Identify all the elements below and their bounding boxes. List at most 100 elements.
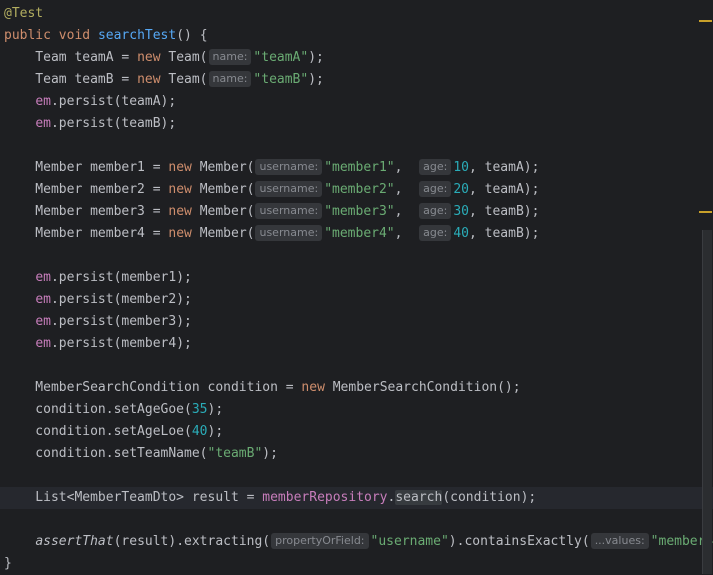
code-token: public — [4, 28, 59, 43]
code-token: 20 — [453, 182, 469, 197]
parameter-hint: age: — [419, 159, 452, 175]
code-token: ); — [207, 424, 224, 439]
code-token: new — [137, 72, 169, 87]
code-token: , teamB); — [468, 226, 540, 241]
code-line[interactable]: assertThat(result).extracting(propertyOr… — [0, 531, 713, 553]
code-editor[interactable]: @Test public void searchTest() { Team tea… — [0, 0, 713, 574]
code-token: .persist(teamB); — [50, 116, 177, 131]
code-line[interactable]: MemberSearchCondition condition = new Me… — [0, 377, 713, 399]
code-token: memberRepository — [262, 490, 388, 505]
parameter-hint: age: — [419, 203, 452, 219]
code-token: .persist(member1); — [50, 270, 192, 285]
parameter-hint: propertyOrField: — [271, 533, 369, 549]
code-line[interactable]: em.persist(member2); — [0, 289, 713, 311]
code-line[interactable]: Team teamB = new Team(name: "teamB"); — [0, 69, 713, 91]
code-line[interactable] — [0, 465, 713, 487]
code-line[interactable]: em.persist(teamA); — [0, 91, 713, 113]
code-token: MemberSearchCondition(); — [332, 380, 521, 395]
code-token: Member( — [199, 226, 255, 241]
code-line[interactable]: public void searchTest() { — [0, 25, 713, 47]
code-line[interactable]: Team teamA = new Team(name: "teamA"); — [0, 47, 713, 69]
code-token: condition.setAgeGoe( — [4, 402, 192, 417]
code-token: new — [168, 226, 200, 241]
code-token: 10 — [453, 160, 469, 175]
code-line[interactable]: } — [0, 553, 713, 575]
code-token: new — [168, 182, 200, 197]
code-line[interactable]: Member member1 = new Member(username: "me… — [0, 157, 713, 179]
code-token: .persist(member3); — [50, 314, 192, 329]
code-token: 30 — [453, 204, 469, 219]
code-token: .persist(member2); — [50, 292, 192, 307]
code-token: em — [35, 336, 51, 351]
warning-marker[interactable] — [699, 211, 712, 213]
code-line[interactable]: em.persist(member4); — [0, 333, 713, 355]
code-token: ); — [308, 50, 324, 65]
code-token: Team teamB = — [4, 72, 138, 87]
code-line[interactable]: condition.setAgeLoe(40); — [0, 421, 713, 443]
parameter-hint: age: — [419, 181, 452, 197]
code-token: assertThat — [35, 534, 114, 549]
code-line[interactable]: condition.setTeamName("teamB"); — [0, 443, 713, 465]
code-token: 40 — [453, 226, 469, 241]
code-token: em — [35, 116, 51, 131]
code-token: } — [4, 556, 12, 571]
code-token: Team teamA = — [4, 50, 138, 65]
code-token: "teamB" — [253, 72, 309, 87]
code-token: "teamB" — [207, 446, 263, 461]
code-token: , — [394, 160, 419, 175]
code-line[interactable]: em.persist(member3); — [0, 311, 713, 333]
parameter-hint: ...values: — [590, 533, 649, 549]
code-token: , teamA); — [468, 182, 540, 197]
code-line[interactable]: condition.setAgeGoe(35); — [0, 399, 713, 421]
code-token: ); — [308, 72, 324, 87]
code-token: @Test — [4, 6, 44, 21]
code-token: "member4" — [324, 226, 395, 241]
code-token: "username" — [370, 534, 449, 549]
code-token: , teamA); — [468, 160, 540, 175]
parameter-hint: name: — [208, 71, 252, 87]
code-token: "member3" — [324, 204, 395, 219]
code-line[interactable]: List<MemberTeamDto> result = memberRepos… — [0, 487, 713, 509]
code-token: "member1" — [324, 160, 395, 175]
code-token: (condition); — [442, 490, 537, 505]
vertical-scrollbar[interactable] — [699, 0, 713, 574]
code-line[interactable] — [0, 245, 713, 267]
code-line[interactable]: em.persist(teamB); — [0, 113, 713, 135]
code-token: ); — [207, 402, 224, 417]
code-token: ); — [262, 446, 278, 461]
code-token: em — [35, 292, 51, 307]
code-token: Member member2 = — [4, 182, 169, 197]
code-token: (result).extracting( — [113, 534, 271, 549]
code-token: "teamA" — [253, 50, 309, 65]
code-token: searchTest — [97, 28, 177, 43]
code-line[interactable]: Member member2 = new Member(username: "me… — [0, 179, 713, 201]
code-line[interactable]: @Test — [0, 3, 713, 25]
parameter-hint: username: — [255, 203, 323, 219]
code-token: () { — [176, 28, 208, 43]
code-line[interactable]: Member member4 = new Member(username: "me… — [0, 223, 713, 245]
code-token: new — [168, 204, 200, 219]
code-token: em — [35, 94, 51, 109]
code-token: MemberSearchCondition condition = — [4, 380, 302, 395]
code-line[interactable]: Member member3 = new Member(username: "me… — [0, 201, 713, 223]
code-line[interactable] — [0, 135, 713, 157]
code-token: search — [395, 490, 443, 505]
code-line[interactable]: em.persist(member1); — [0, 267, 713, 289]
parameter-hint: username: — [255, 181, 323, 197]
warning-marker[interactable] — [699, 20, 712, 22]
scrollbar-thumb[interactable] — [702, 230, 712, 574]
code-line[interactable] — [0, 509, 713, 531]
code-line[interactable] — [0, 355, 713, 377]
code-token: Team( — [168, 72, 208, 87]
parameter-hint: name: — [208, 49, 252, 65]
code-token: Member member3 = — [4, 204, 169, 219]
code-token: Member member1 = — [4, 160, 169, 175]
code-token: void — [58, 28, 98, 43]
code-token: , — [394, 182, 419, 197]
parameter-hint: username: — [255, 225, 323, 241]
code-token: .persist(member4); — [50, 336, 192, 351]
